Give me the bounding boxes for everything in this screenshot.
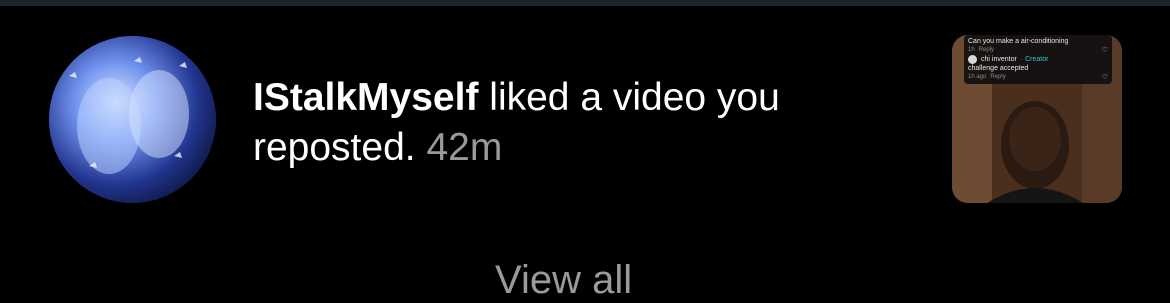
reply-text: challenge accepted (968, 65, 1029, 72)
video-thumbnail[interactable]: Can you make a air-conditioning 1h Reply… (952, 35, 1122, 203)
comment-meta: 1h (968, 47, 975, 53)
avatar-image (49, 36, 216, 203)
heart-icon: ♡ (1101, 47, 1108, 54)
reply-author-avatar (968, 55, 977, 64)
reply-reply-label: Reply (990, 74, 1006, 80)
top-divider (0, 0, 1170, 6)
notification-username[interactable]: IStalkMyself (253, 76, 478, 119)
heart-icon: ♡ (1101, 74, 1108, 81)
comment-text: Can you make a air-conditioning (968, 38, 1069, 45)
thumbnail-comment-overlay: Can you make a air-conditioning 1h Reply… (964, 35, 1112, 84)
reply-creator-label: · Creator (1020, 56, 1049, 63)
reply-author: chi inventor (981, 56, 1017, 63)
comment-reply-label: Reply (978, 47, 995, 53)
reply-meta: 1h ago (968, 74, 987, 80)
view-all-link[interactable]: View all (495, 258, 632, 303)
notification-text[interactable]: IStalkMyself liked a video you reposted.… (253, 73, 893, 173)
user-avatar[interactable] (49, 36, 216, 203)
notification-timestamp: 42m (426, 126, 503, 169)
